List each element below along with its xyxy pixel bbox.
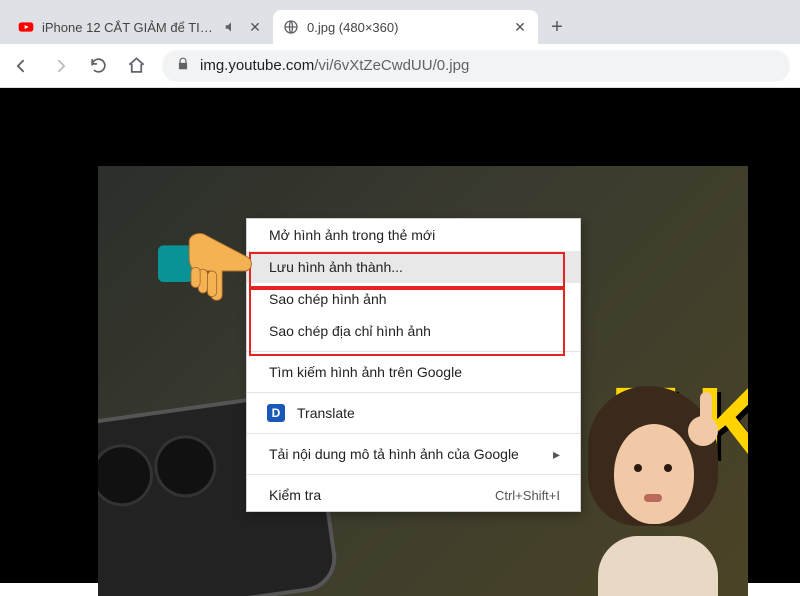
cm-copy-image-address[interactable]: Sao chép địa chỉ hình ảnh	[247, 315, 580, 347]
separator	[247, 433, 580, 434]
cm-open-new-tab[interactable]: Mở hình ảnh trong thẻ mới	[247, 219, 580, 251]
cm-label: Lưu hình ảnh thành...	[269, 259, 403, 275]
cm-copy-image[interactable]: Sao chép hình ảnh	[247, 283, 580, 315]
cm-label: Sao chép hình ảnh	[269, 291, 387, 307]
cm-label: Kiểm tra	[269, 487, 321, 503]
toolbar: img.youtube.com/vi/6vXtZeCwdUU/0.jpg	[0, 44, 800, 88]
cm-label: Translate	[297, 405, 355, 421]
cm-label: Tìm kiếm hình ảnh trên Google	[269, 364, 462, 380]
globe-icon	[283, 19, 299, 35]
translate-icon: D	[267, 404, 285, 422]
cm-shortcut: Ctrl+Shift+I	[495, 488, 560, 503]
url-text: img.youtube.com/vi/6vXtZeCwdUU/0.jpg	[200, 57, 469, 74]
new-tab-button[interactable]: +	[542, 12, 572, 42]
forward-button	[48, 54, 72, 78]
tab-title: 0.jpg (480×360)	[307, 20, 504, 35]
cm-translate[interactable]: D Translate	[247, 397, 580, 429]
address-bar[interactable]: img.youtube.com/vi/6vXtZeCwdUU/0.jpg	[162, 50, 790, 82]
tab-title: iPhone 12 CẮT GIẢM để TIẾT	[42, 20, 215, 35]
youtube-icon	[18, 19, 34, 35]
close-icon[interactable]: ✕	[247, 19, 263, 35]
tab-iphone12[interactable]: iPhone 12 CẮT GIẢM để TIẾT ✕	[8, 10, 273, 44]
tab-image[interactable]: 0.jpg (480×360) ✕	[273, 10, 538, 44]
reload-button[interactable]	[86, 54, 110, 78]
home-button[interactable]	[124, 54, 148, 78]
context-menu: Mở hình ảnh trong thẻ mới Lưu hình ảnh t…	[246, 218, 581, 512]
cm-search-google[interactable]: Tìm kiếm hình ảnh trên Google	[247, 356, 580, 388]
cm-label: Sao chép địa chỉ hình ảnh	[269, 323, 431, 339]
chevron-right-icon: ▸	[553, 446, 560, 463]
back-button[interactable]	[10, 54, 34, 78]
separator	[247, 351, 580, 352]
separator	[247, 474, 580, 475]
cm-image-description[interactable]: Tải nội dung mô tả hình ảnh của Google ▸	[247, 438, 580, 470]
mute-icon[interactable]	[223, 19, 239, 35]
cm-save-image-as[interactable]: Lưu hình ảnh thành...	[247, 251, 580, 283]
cm-label: Tải nội dung mô tả hình ảnh của Google	[269, 446, 519, 462]
lock-icon	[176, 57, 190, 75]
close-icon[interactable]: ✕	[512, 19, 528, 35]
person-graphic	[558, 386, 738, 596]
cm-label: Mở hình ảnh trong thẻ mới	[269, 227, 435, 243]
cm-inspect[interactable]: Kiểm tra Ctrl+Shift+I	[247, 479, 580, 511]
separator	[247, 392, 580, 393]
tab-strip: iPhone 12 CẮT GIẢM để TIẾT ✕ 0.jpg (480×…	[0, 0, 800, 44]
